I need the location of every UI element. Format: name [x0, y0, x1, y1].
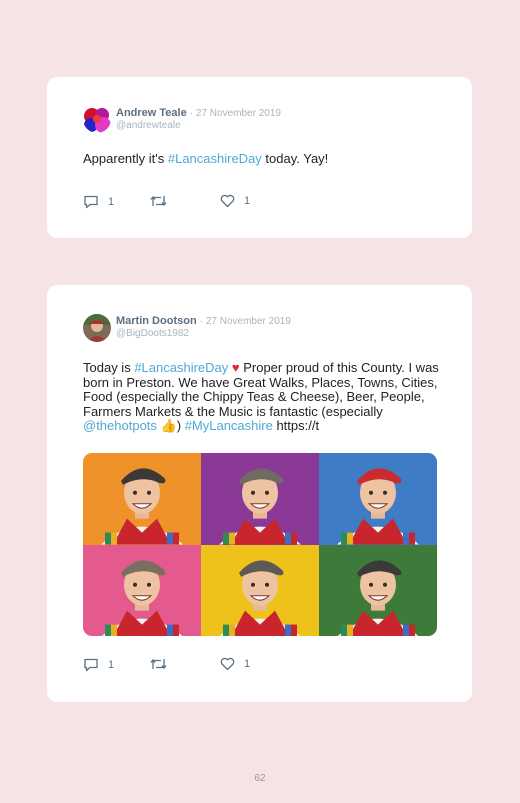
hashtag-link[interactable]: #MyLancashire: [185, 418, 273, 433]
photo-panel: [319, 544, 437, 636]
photo-panel: [319, 453, 437, 545]
tweet-date: · 27 November 2019: [199, 316, 291, 327]
photo-panel: [201, 453, 319, 545]
retweet-button[interactable]: [150, 194, 167, 208]
heart-icon: [220, 194, 235, 208]
like-button[interactable]: 1: [220, 657, 250, 671]
reply-count: 1: [108, 195, 115, 208]
tweet-photo[interactable]: [83, 453, 437, 636]
tweet-card: Andrew Teale · 27 November 2019 @andrewt…: [47, 77, 472, 238]
tweet-card: Martin Dootson · 27 November 2019 @BigDo…: [47, 285, 472, 702]
avatar[interactable]: [83, 314, 111, 342]
author-handle[interactable]: @andrewteale: [116, 120, 181, 131]
retweet-icon: [150, 658, 167, 670]
photo-panel: [201, 544, 319, 636]
tweet-text: Today is #LancashireDay ♥ Proper proud o…: [83, 360, 439, 433]
tweet-actions: 1 1: [83, 194, 283, 210]
like-count: 1: [244, 195, 251, 207]
truncated-url[interactable]: https://t: [273, 418, 319, 433]
heart-icon: [220, 657, 235, 671]
like-button[interactable]: 1: [220, 194, 250, 208]
author-name[interactable]: Martin Dootson: [116, 315, 197, 327]
hashtag-link[interactable]: #LancashireDay: [134, 360, 228, 375]
author-name[interactable]: Andrew Teale: [116, 107, 187, 119]
mention-link[interactable]: @thehotpots: [83, 418, 157, 433]
hashtag-link[interactable]: #LancashireDay: [168, 151, 262, 166]
like-count: 1: [244, 658, 251, 670]
author-line: Martin Dootson · 27 November 2019: [116, 315, 291, 327]
author-line: Andrew Teale · 27 November 2019: [116, 107, 281, 119]
photo-panel: [83, 453, 201, 545]
avatar[interactable]: [83, 105, 111, 133]
heart-emoji: ♥: [231, 360, 240, 375]
reply-button[interactable]: 1: [83, 194, 114, 209]
retweet-button[interactable]: [150, 657, 167, 671]
thumbs-up-emoji: 👍: [160, 418, 177, 433]
photo-panel: [83, 544, 201, 636]
reply-button[interactable]: 1: [83, 657, 114, 672]
reply-icon: [84, 658, 98, 672]
reply-count: 1: [108, 658, 115, 671]
tweet-actions: 1 1: [83, 657, 283, 673]
tweet-text: Apparently it's #LancashireDay today. Ya…: [83, 151, 329, 166]
retweet-icon: [150, 195, 167, 207]
author-handle[interactable]: @BigDoots1982: [116, 328, 189, 339]
reply-icon: [84, 195, 98, 209]
tweet-date: · 27 November 2019: [189, 108, 281, 119]
page-number: 62: [254, 773, 266, 784]
